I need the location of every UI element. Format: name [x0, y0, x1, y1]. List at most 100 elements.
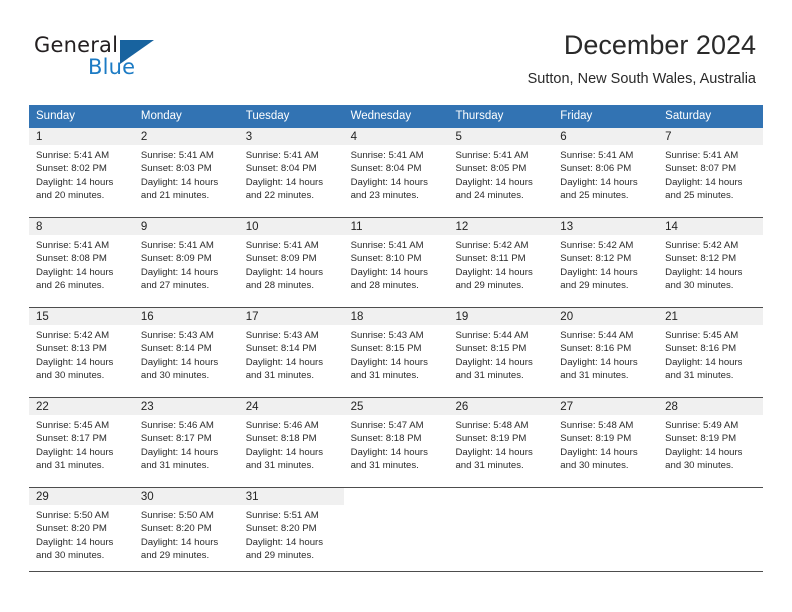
day-cell[interactable]: 15 Sunrise: 5:42 AM Sunset: 8:13 PM Dayligh…: [29, 308, 134, 397]
sunset-text: Sunset: 8:19 PM: [455, 433, 527, 445]
day-cell[interactable]: 14 Sunrise: 5:42 AM Sunset: 8:12 PM Dayligh…: [658, 218, 764, 307]
daylight-text-line2: and 29 minutes.: [455, 279, 524, 291]
day-details: Sunrise: 5:51 AM Sunset: 8:20 PM Daylight:…: [239, 505, 344, 562]
sunset-text: Sunset: 8:17 PM: [36, 433, 107, 445]
daylight-text-line1: Daylight: 14 hours: [350, 266, 428, 278]
daylight-text-line2: and 30 minutes.: [36, 369, 105, 381]
day-details: Sunrise: 5:41 AM Sunset: 8:09 PM Daylight:…: [239, 235, 344, 292]
sunset-text: Sunset: 8:16 PM: [665, 343, 737, 355]
sunset-text: Sunset: 8:03 PM: [140, 163, 212, 175]
day-details: Sunrise: 5:41 AM Sunset: 8:04 PM Daylight:…: [239, 145, 344, 202]
day-details: Sunrise: 5:41 AM Sunset: 8:07 PM Daylight:…: [658, 145, 763, 202]
sunrise-text: Sunrise: 5:43 AM: [245, 330, 319, 341]
day-cell[interactable]: 9 Sunrise: 5:41 AM Sunset: 8:09 PM Daylight…: [133, 218, 239, 307]
day-number: 5: [448, 128, 554, 145]
daylight-text-line2: and 30 minutes.: [36, 549, 105, 561]
day-cell[interactable]: 22 Sunrise: 5:45 AM Sunset: 8:17 PM Dayligh…: [29, 398, 134, 487]
daylight-text-line1: Daylight: 14 hours: [455, 176, 533, 188]
week-row: 29 Sunrise: 5:50 AM Sunset: 8:20 PM Dayligh…: [29, 487, 763, 577]
day-cell[interactable]: 27 Sunrise: 5:48 AM Sunset: 8:19 PM Dayligh…: [553, 398, 659, 487]
day-number: 10: [238, 218, 344, 235]
daylight-text-line2: and 26 minutes.: [36, 279, 105, 291]
sunset-text: Sunset: 8:12 PM: [665, 253, 737, 265]
sunrise-text: Sunrise: 5:41 AM: [350, 240, 424, 251]
day-cell[interactable]: 17 Sunrise: 5:43 AM Sunset: 8:14 PM Dayligh…: [238, 308, 344, 397]
sunset-text: Sunset: 8:16 PM: [560, 343, 632, 355]
title-block: December 2024 Sutton, New South Wales, A…: [528, 28, 756, 90]
sunrise-text: Sunrise: 5:42 AM: [560, 240, 634, 251]
sunrise-text: Sunrise: 5:41 AM: [36, 240, 110, 251]
day-number: 12: [448, 218, 554, 235]
day-number: 26: [448, 398, 554, 415]
daylight-text-line1: Daylight: 14 hours: [245, 356, 324, 368]
daylight-text-line1: Daylight: 14 hours: [140, 446, 219, 458]
daylight-text-line1: Daylight: 14 hours: [140, 356, 219, 368]
day-cell[interactable]: 19 Sunrise: 5:44 AM Sunset: 8:15 PM Dayligh…: [448, 308, 554, 397]
sunset-text: Sunset: 8:09 PM: [140, 253, 212, 265]
day-cell[interactable]: 6 Sunrise: 5:41 AM Sunset: 8:06 PM Daylight…: [553, 128, 659, 217]
daylight-text-line2: and 29 minutes.: [560, 279, 629, 291]
day-cell[interactable]: 3 Sunrise: 5:41 AM Sunset: 8:04 PM Daylight…: [238, 128, 344, 217]
day-cell[interactable]: 21 Sunrise: 5:45 AM Sunset: 8:16 PM Dayligh…: [658, 308, 764, 397]
day-details: [658, 505, 763, 509]
sunset-text: Sunset: 8:14 PM: [140, 343, 212, 355]
daylight-text-line1: Daylight: 14 hours: [36, 446, 114, 458]
day-number: 7: [658, 128, 764, 145]
day-number: 6: [553, 128, 659, 145]
day-cell[interactable]: 31 Sunrise: 5:51 AM Sunset: 8:20 PM Dayligh…: [238, 488, 344, 577]
day-cell[interactable]: 28 Sunrise: 5:49 AM Sunset: 8:19 PM Dayligh…: [658, 398, 764, 487]
sunrise-text: Sunrise: 5:47 AM: [350, 420, 424, 431]
sunrise-text: Sunrise: 5:41 AM: [245, 240, 319, 251]
day-number: 16: [133, 308, 239, 325]
day-cell[interactable]: 29 Sunrise: 5:50 AM Sunset: 8:20 PM Dayligh…: [29, 488, 134, 577]
day-cell[interactable]: 8 Sunrise: 5:41 AM Sunset: 8:08 PM Daylight…: [29, 218, 134, 307]
day-cell[interactable]: 12 Sunrise: 5:42 AM Sunset: 8:11 PM Dayligh…: [448, 218, 554, 307]
daylight-text-line1: Daylight: 14 hours: [455, 266, 533, 278]
generalblue-logo[interactable]: General Blue: [34, 33, 214, 85]
day-cell[interactable]: 26 Sunrise: 5:48 AM Sunset: 8:19 PM Dayligh…: [448, 398, 554, 487]
day-cell[interactable]: 11 Sunrise: 5:41 AM Sunset: 8:10 PM Dayligh…: [343, 218, 449, 307]
day-cell-empty: [658, 488, 763, 577]
day-cell[interactable]: 16 Sunrise: 5:43 AM Sunset: 8:14 PM Dayligh…: [133, 308, 239, 397]
daylight-text-line1: Daylight: 14 hours: [665, 266, 743, 278]
daylight-text-line1: Daylight: 14 hours: [665, 356, 743, 368]
day-number: 2: [133, 128, 239, 145]
day-cell[interactable]: 5 Sunrise: 5:41 AM Sunset: 8:05 PM Daylight…: [448, 128, 554, 217]
week-row: 15 Sunrise: 5:42 AM Sunset: 8:13 PM Dayligh…: [29, 307, 764, 397]
day-details: Sunrise: 5:42 AM Sunset: 8:12 PM Daylight:…: [658, 235, 763, 292]
sunset-text: Sunset: 8:15 PM: [455, 343, 527, 355]
day-number: 21: [658, 308, 764, 325]
daylight-text-line2: and 23 minutes.: [350, 189, 419, 201]
day-cell[interactable]: 2 Sunrise: 5:41 AM Sunset: 8:03 PM Daylight…: [133, 128, 239, 217]
day-cell[interactable]: 10 Sunrise: 5:41 AM Sunset: 8:09 PM Dayligh…: [238, 218, 344, 307]
sunset-text: Sunset: 8:07 PM: [665, 163, 737, 175]
day-details: Sunrise: 5:41 AM Sunset: 8:03 PM Daylight:…: [134, 145, 239, 202]
day-cell[interactable]: 30 Sunrise: 5:50 AM Sunset: 8:20 PM Dayligh…: [133, 488, 239, 577]
daylight-text-line1: Daylight: 14 hours: [36, 356, 114, 368]
daylight-text-line1: Daylight: 14 hours: [140, 176, 219, 188]
sunrise-text: Sunrise: 5:46 AM: [140, 420, 214, 431]
day-cell[interactable]: 24 Sunrise: 5:46 AM Sunset: 8:18 PM Dayligh…: [238, 398, 344, 487]
day-cell[interactable]: 4 Sunrise: 5:41 AM Sunset: 8:04 PM Daylight…: [343, 128, 449, 217]
day-cell[interactable]: 7 Sunrise: 5:41 AM Sunset: 8:07 PM Daylight…: [658, 128, 764, 217]
day-number: 3: [238, 128, 344, 145]
day-number: 30: [133, 488, 239, 505]
day-cell[interactable]: 18 Sunrise: 5:43 AM Sunset: 8:15 PM Dayligh…: [343, 308, 449, 397]
day-cell[interactable]: 20 Sunrise: 5:44 AM Sunset: 8:16 PM Dayligh…: [553, 308, 659, 397]
weekday-header-sunday: Sunday: [36, 110, 76, 122]
day-details: Sunrise: 5:41 AM Sunset: 8:08 PM Daylight:…: [29, 235, 134, 292]
day-details: Sunrise: 5:44 AM Sunset: 8:15 PM Daylight:…: [448, 325, 553, 382]
day-cell[interactable]: 23 Sunrise: 5:46 AM Sunset: 8:17 PM Dayligh…: [133, 398, 239, 487]
sunrise-text: Sunrise: 5:51 AM: [245, 510, 319, 521]
day-details: Sunrise: 5:49 AM Sunset: 8:19 PM Daylight:…: [658, 415, 763, 472]
daylight-text-line2: and 20 minutes.: [36, 189, 105, 201]
day-cell[interactable]: 1 Sunrise: 5:41 AM Sunset: 8:02 PM Daylight…: [29, 128, 134, 217]
day-cell[interactable]: 13 Sunrise: 5:42 AM Sunset: 8:12 PM Dayligh…: [553, 218, 659, 307]
day-cell[interactable]: 25 Sunrise: 5:47 AM Sunset: 8:18 PM Dayligh…: [343, 398, 449, 487]
day-details: Sunrise: 5:41 AM Sunset: 8:04 PM Daylight:…: [344, 145, 449, 202]
sunrise-text: Sunrise: 5:44 AM: [455, 330, 529, 341]
sunrise-text: Sunrise: 5:42 AM: [36, 330, 110, 341]
weekday-header-row: Sunday Monday Tuesday Wednesday Thursday…: [29, 105, 763, 128]
daylight-text-line2: and 31 minutes.: [140, 459, 210, 471]
day-number: 20: [553, 308, 659, 325]
